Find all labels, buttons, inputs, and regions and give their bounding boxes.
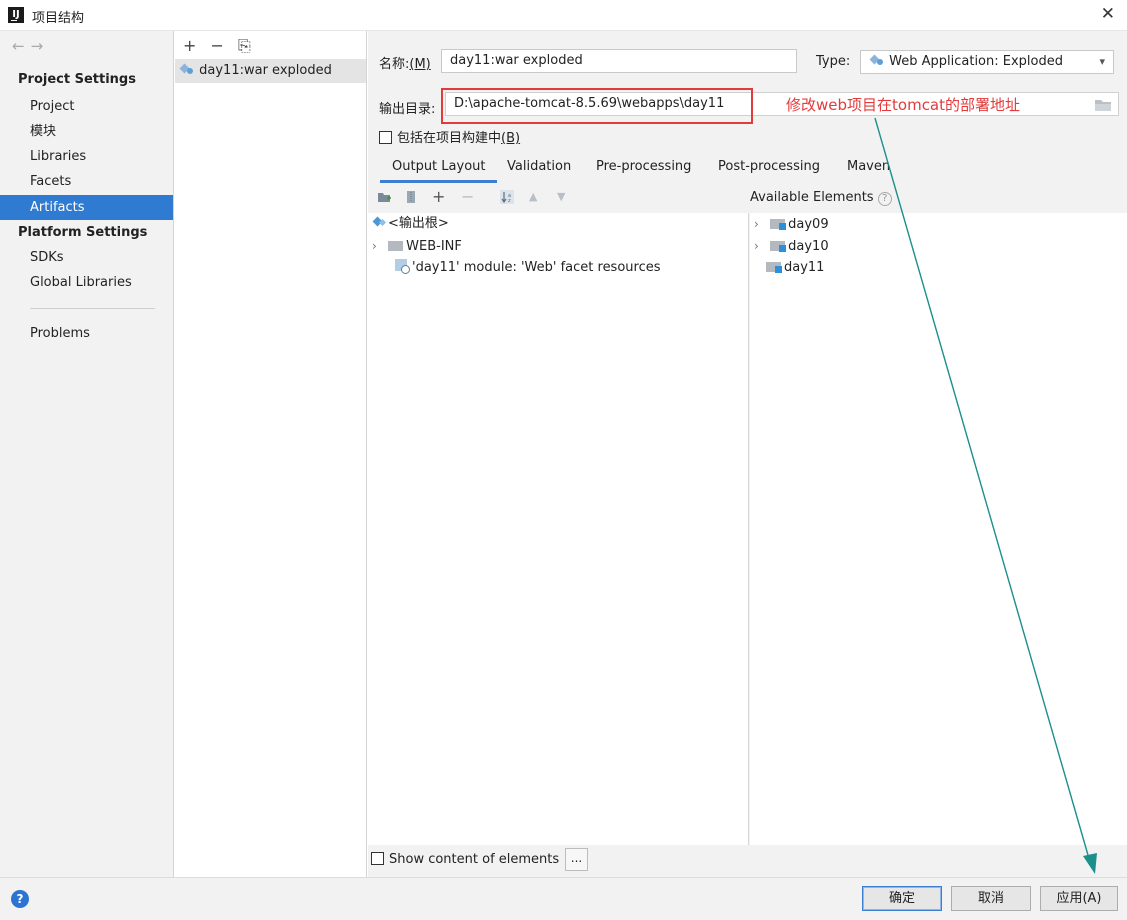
help-button[interactable]: ? [11,890,29,908]
tab-post-processing[interactable]: Post-processing [718,155,820,183]
artifact-list-panel: + − ⎘ day11:war exploded [175,31,367,877]
nav-item-project[interactable]: Project [0,94,173,119]
name-input[interactable]: day11:war exploded [441,49,797,73]
highlight-box [441,88,753,124]
layout-tabs: Output Layout Validation Pre-processing … [368,155,1127,183]
tree-row-output-root[interactable]: <输出根> [372,213,449,235]
back-forward-arrows[interactable]: ←→ [12,37,49,55]
dialog-footer: ? 确定 取消 应用(A) [0,877,1127,920]
module-folder-icon [766,261,782,273]
tree-row-day10[interactable]: › day10 [754,235,829,257]
new-directory-icon[interactable] [377,190,391,204]
remove-element-icon[interactable]: − [461,189,475,205]
nav-item-problems[interactable]: Problems [0,321,173,346]
remove-icon[interactable]: − [211,36,224,55]
tree-row-day11[interactable]: day11 [766,257,824,279]
tab-pre-processing[interactable]: Pre-processing [596,155,691,183]
tree-row-web-inf[interactable]: › WEB-INF [372,235,462,257]
chevron-right-icon[interactable]: › [754,235,766,257]
output-layout-tree: <输出根> › WEB-INF 'day11' module: 'Web' fa… [368,213,749,845]
name-label: 名称:(M) [379,57,431,72]
artifact-detail-panel: 名称:(M) day11:war exploded Type: Web Appl… [368,31,1127,877]
add-copy-icon[interactable]: + [432,189,446,205]
include-in-build-checkbox[interactable]: 包括在项目构建中(B) [379,127,520,146]
tab-output-layout[interactable]: Output Layout [380,155,498,183]
nav-item-facets[interactable]: Facets [0,169,173,194]
window-title: 项目结构 [32,11,85,26]
chevron-down-icon: ▾ [1099,55,1105,68]
tab-validation[interactable]: Validation [507,155,571,183]
title-bar: IJ 项目结构 ✕ [0,0,1127,31]
copy-icon[interactable]: ⎘ [238,36,251,55]
move-up-icon[interactable]: ▲ [529,190,543,204]
chevron-right-icon[interactable]: › [372,235,384,257]
tree-row-facet-resources[interactable]: 'day11' module: 'Web' facet resources [394,257,661,279]
sort-icon[interactable]: az [500,190,514,204]
nav-item-modules[interactable]: 模块 [0,119,173,144]
chevron-right-icon[interactable]: › [754,213,766,235]
ok-button[interactable]: 确定 [862,886,942,911]
settings-nav: ←→ Project Settings Project 模块 Libraries… [0,31,174,877]
nav-item-artifacts[interactable]: Artifacts [0,195,173,220]
close-icon[interactable]: ✕ [1101,4,1115,24]
annotation-text: 修改web项目在tomcat的部署地址 [786,96,1021,114]
folder-icon [388,240,404,251]
nav-item-sdks[interactable]: SDKs [0,245,173,270]
artifact-item[interactable]: day11:war exploded [175,59,366,83]
available-elements-header: Available Elements ? [750,190,892,206]
available-elements-tree: › day09 › day10 day11 [750,213,1127,845]
module-folder-icon [770,218,787,230]
web-resource-icon [394,259,410,274]
move-down-icon[interactable]: ▼ [557,190,571,204]
show-content-checkbox-box[interactable] [371,852,384,865]
apply-button[interactable]: 应用(A) [1040,886,1118,911]
svg-text:z: z [508,198,511,204]
browse-folder-icon[interactable] [1094,98,1112,112]
add-icon[interactable]: + [183,36,196,55]
web-artifact-icon [179,63,195,75]
artifact-toolbar: + − ⎘ [183,36,260,56]
detail-bottom-bar: Show content of elements ... [368,845,1127,877]
output-root-icon [372,216,386,228]
web-application-icon [869,54,885,66]
type-select[interactable]: Web Application: Exploded ▾ [860,50,1114,74]
show-content-checkbox[interactable]: Show content of elements [371,852,559,867]
type-select-value: Web Application: Exploded [889,54,1063,69]
module-folder-icon [770,240,787,252]
project-settings-header: Project Settings [18,72,136,87]
help-icon[interactable]: ? [877,192,892,206]
show-content-options-button[interactable]: ... [565,848,588,871]
tree-row-day09[interactable]: › day09 [754,213,829,235]
platform-settings-header: Platform Settings [18,225,148,240]
type-label: Type: [816,54,851,69]
artifact-item-label: day11:war exploded [199,63,332,78]
archive-icon[interactable] [404,190,418,204]
nav-item-libraries[interactable]: Libraries [0,144,173,169]
nav-item-global-libraries[interactable]: Global Libraries [0,270,173,295]
tab-maven[interactable]: Maven [847,155,890,183]
include-checkbox-box[interactable] [379,131,392,144]
cancel-button[interactable]: 取消 [951,886,1031,911]
output-dir-label: 输出目录: [379,102,436,117]
layout-toolbar: + − az ▲ ▼ Available Elements ? [368,183,1127,213]
nav-divider [30,308,155,309]
intellij-app-icon: IJ [8,7,24,23]
